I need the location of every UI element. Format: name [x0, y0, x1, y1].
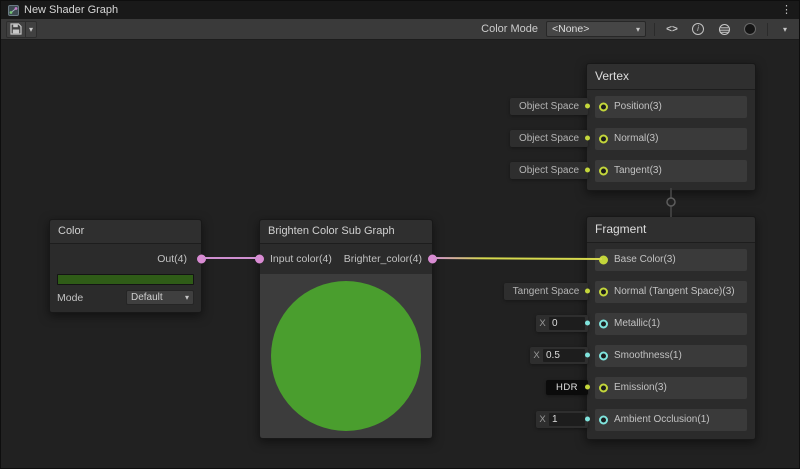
toolbar-right-group: Color Mode <None> ▾ <> i — [481, 21, 794, 38]
binding-position-space[interactable]: Object Space — [510, 98, 588, 115]
toolbar-separator — [767, 23, 768, 36]
binding-label: Object Space — [519, 133, 579, 144]
slot-normal-tangent-space: Normal (Tangent Space)(3) — [595, 281, 747, 303]
slot-base-color: Base Color(3) — [595, 249, 747, 271]
kebab-menu-icon[interactable]: ⋮ — [781, 5, 792, 16]
binding-port-dot — [585, 136, 590, 141]
info-icon: i — [692, 23, 704, 35]
mode-label: Mode — [57, 292, 83, 304]
code-icon: <> — [666, 24, 678, 35]
slot-normal: Normal(3) — [595, 128, 747, 150]
chevron-down-icon: ▾ — [29, 25, 33, 34]
port-tangent[interactable] — [599, 167, 608, 176]
node-title: Fragment — [587, 217, 755, 243]
color-mode-row: Mode Default ▾ — [57, 290, 194, 305]
slot-tangent: Tangent(3) — [595, 160, 747, 182]
binding-normal-tangent-space[interactable]: Tangent Space — [504, 283, 588, 300]
x-axis-label: X — [530, 350, 543, 361]
slot-metallic: Metallic(1) — [595, 313, 747, 335]
binding-label: Object Space — [519, 101, 579, 112]
preview-sphere — [271, 281, 421, 431]
port-normal-tangent-space[interactable] — [599, 288, 608, 297]
port-normal[interactable] — [599, 135, 608, 144]
mode-value: Default — [131, 292, 163, 303]
vertex-body: Position(3) Normal(3) Tangent(3) — [587, 90, 755, 190]
binding-label: Object Space — [519, 165, 579, 176]
port-label: Out(4) — [157, 253, 187, 265]
node-preview — [260, 274, 432, 438]
chevron-down-icon: ▾ — [636, 25, 640, 34]
metallic-value-field[interactable]: X 0 — [536, 315, 588, 332]
graph-inspector-button[interactable]: i — [689, 21, 707, 38]
main-preview-button[interactable] — [715, 21, 733, 38]
node-title: Vertex — [587, 64, 755, 90]
node-color[interactable]: Color Out(4) Mode Default ▾ — [49, 219, 202, 313]
save-options-button[interactable]: ▾ — [25, 22, 36, 37]
subgraph-port-row: Input color(4) Brighter_color(4) — [260, 244, 432, 274]
node-brighten-color-subgraph[interactable]: Brighten Color Sub Graph Input color(4) … — [259, 219, 433, 439]
save-button[interactable] — [7, 22, 25, 37]
slot-ambient-occlusion: Ambient Occlusion(1) — [595, 409, 747, 431]
binding-port-dot — [585, 321, 590, 326]
window-title: New Shader Graph — [24, 4, 118, 16]
toolbar: ▾ Color Mode <None> ▾ <> i — [1, 19, 799, 40]
color-mode-dropdown[interactable]: <None> ▾ — [546, 21, 646, 37]
port-subgraph-input[interactable] — [255, 255, 264, 264]
port-base-color[interactable] — [599, 256, 608, 265]
save-icon — [10, 23, 22, 35]
smoothness-value[interactable]: 0.5 — [543, 349, 585, 362]
hdr-label: HDR — [556, 382, 578, 393]
binding-port-dot — [585, 385, 590, 390]
port-color-out[interactable] — [197, 255, 206, 264]
port-label: Input color(4) — [270, 253, 332, 265]
preview-sphere-icon — [718, 23, 731, 36]
ambient-occlusion-value[interactable]: 1 — [549, 413, 585, 426]
binding-label: Tangent Space — [513, 286, 580, 297]
shader-graph-icon — [8, 5, 19, 16]
x-axis-label: X — [536, 318, 549, 329]
binding-port-dot — [585, 417, 590, 422]
color-mode-select[interactable]: Default ▾ — [126, 290, 194, 305]
chevron-down-icon: ▾ — [783, 25, 787, 34]
binding-normal-space[interactable]: Object Space — [510, 130, 588, 147]
binding-port-dot — [585, 104, 590, 109]
port-subgraph-output[interactable] — [428, 255, 437, 264]
chevron-down-icon: ▾ — [185, 293, 189, 302]
view-code-button[interactable]: <> — [663, 21, 681, 38]
port-smoothness[interactable] — [599, 352, 608, 361]
color-mode-value: <None> — [552, 23, 589, 35]
node-title: Color — [50, 220, 201, 244]
x-axis-label: X — [536, 414, 549, 425]
port-position[interactable] — [599, 103, 608, 112]
binding-port-dot — [585, 353, 590, 358]
slot-emission: Emission(3) — [595, 377, 747, 399]
metallic-value[interactable]: 0 — [549, 317, 585, 330]
node-vertex[interactable]: Vertex Position(3) Normal(3) Tangent(3) — [586, 63, 756, 191]
blackboard-toggle-button[interactable] — [741, 21, 759, 38]
emission-hdr-field[interactable]: HDR — [546, 380, 588, 395]
slot-smoothness: Smoothness(1) — [595, 345, 747, 367]
binding-port-dot — [585, 289, 590, 294]
shader-graph-window: New Shader Graph ⋮ ▾ Color Mode <None> ▾ — [0, 0, 800, 469]
port-label: Brighter_color(4) — [344, 253, 422, 265]
color-swatch[interactable] — [57, 274, 194, 285]
circle-icon — [744, 23, 756, 35]
ambient-occlusion-value-field[interactable]: X 1 — [536, 411, 588, 428]
port-ambient-occlusion[interactable] — [599, 416, 608, 425]
node-fragment[interactable]: Fragment Base Color(3) Normal (Tangent S… — [586, 216, 756, 440]
overflow-menu-button[interactable]: ▾ — [776, 21, 794, 38]
binding-port-dot — [585, 168, 590, 173]
fragment-body: Base Color(3) Normal (Tangent Space)(3) … — [587, 243, 755, 439]
port-metallic[interactable] — [599, 320, 608, 329]
save-button-group: ▾ — [6, 21, 37, 38]
slot-position: Position(3) — [595, 96, 747, 118]
color-mode-label: Color Mode — [481, 23, 538, 35]
color-out-row: Out(4) — [50, 244, 201, 274]
toolbar-separator — [654, 23, 655, 36]
port-emission[interactable] — [599, 384, 608, 393]
binding-tangent-space[interactable]: Object Space — [510, 162, 588, 179]
smoothness-value-field[interactable]: X 0.5 — [530, 347, 588, 364]
titlebar: New Shader Graph ⋮ — [1, 1, 799, 19]
node-title: Brighten Color Sub Graph — [260, 220, 432, 244]
